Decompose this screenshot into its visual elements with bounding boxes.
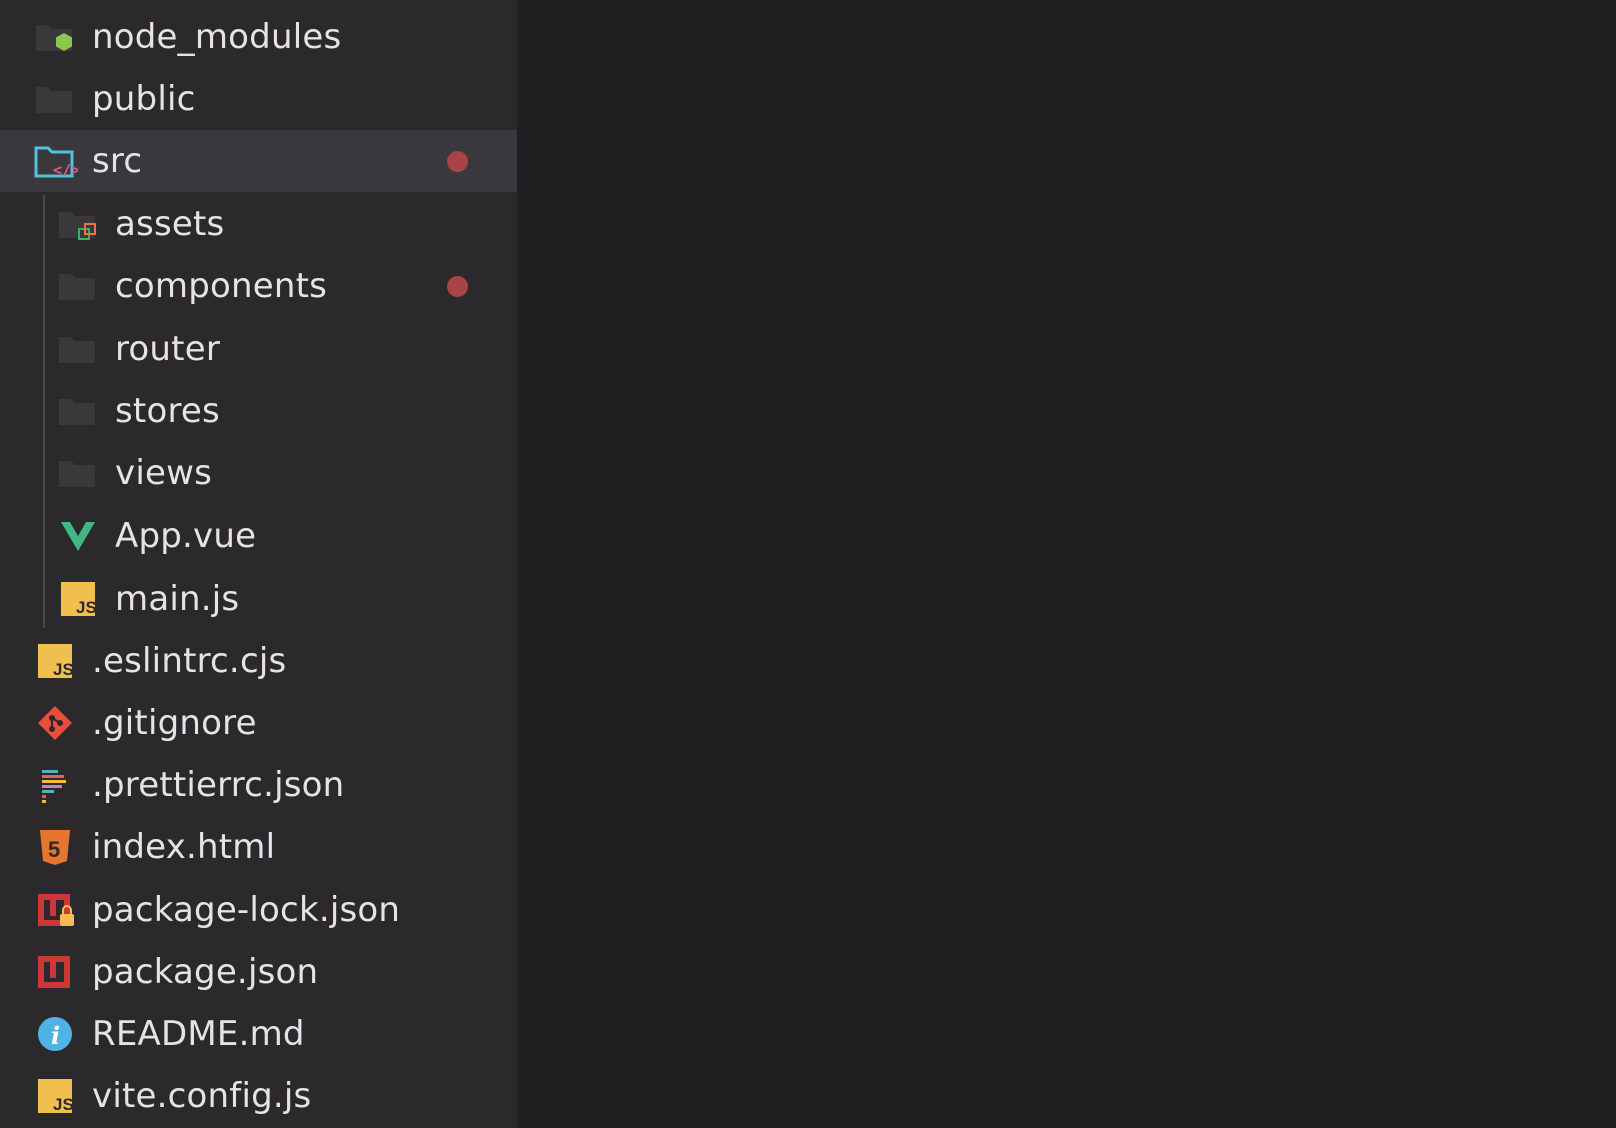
- js-icon: JS: [55, 579, 101, 619]
- tree-item-label: .eslintrc.cjs: [92, 641, 287, 681]
- tree-item-label: node_modules: [92, 17, 342, 57]
- assets-folder-icon: [55, 204, 101, 244]
- vue-icon: [55, 516, 101, 556]
- tree-item-assets[interactable]: assets: [0, 193, 517, 255]
- tree-item-label: components: [115, 266, 328, 306]
- tree-item-label: README.md: [92, 1014, 305, 1054]
- node-folder-icon: [32, 17, 78, 57]
- npm-icon: [32, 952, 78, 992]
- npm-lock-icon: [32, 890, 78, 930]
- tree-item-components[interactable]: components: [0, 255, 517, 317]
- tree-item-stores[interactable]: stores: [0, 380, 517, 442]
- folder-icon: [55, 266, 101, 306]
- folder-icon: [55, 329, 101, 369]
- tree-item-label: .prettierrc.json: [92, 765, 345, 805]
- tree-item-eslintrc[interactable]: JS .eslintrc.cjs: [0, 630, 517, 692]
- tree-item-gitignore[interactable]: .gitignore: [0, 692, 517, 754]
- tree-item-public[interactable]: public: [0, 68, 517, 130]
- tree-item-main-js[interactable]: JS main.js: [0, 568, 517, 630]
- tree-item-views[interactable]: views: [0, 442, 517, 504]
- folder-icon: [55, 453, 101, 493]
- svg-text:JS: JS: [76, 598, 97, 617]
- tree-item-label: main.js: [115, 579, 240, 619]
- html5-icon: 5: [32, 827, 78, 867]
- svg-text:</>: </>: [53, 161, 78, 179]
- tree-item-label: vite.config.js: [92, 1076, 312, 1116]
- js-icon: JS: [32, 641, 78, 681]
- tree-item-src[interactable]: </> src: [0, 130, 517, 192]
- tree-item-label: stores: [115, 391, 220, 431]
- tree-item-label: assets: [115, 204, 225, 244]
- tree-item-label: App.vue: [115, 516, 257, 556]
- tree-item-prettierrc[interactable]: .prettierrc.json: [0, 754, 517, 816]
- editor-area[interactable]: [517, 0, 1616, 1128]
- folder-icon: [55, 391, 101, 431]
- folder-icon: [32, 79, 78, 119]
- tree-item-label: package-lock.json: [92, 890, 401, 930]
- tree-item-node-modules[interactable]: node_modules: [0, 6, 517, 68]
- tree-item-router[interactable]: router: [0, 318, 517, 380]
- tree-item-label: router: [115, 329, 221, 369]
- svg-text:JS: JS: [53, 1095, 74, 1114]
- tree-item-package-lock[interactable]: package-lock.json: [0, 879, 517, 941]
- tree-item-index-html[interactable]: 5 index.html: [0, 816, 517, 878]
- svg-text:5: 5: [48, 837, 60, 862]
- tree-item-label: package.json: [92, 952, 319, 992]
- modified-indicator: [447, 275, 468, 297]
- src-folder-open-icon: </>: [32, 141, 78, 181]
- tree-item-label: .gitignore: [92, 703, 257, 743]
- js-icon: JS: [32, 1076, 78, 1116]
- git-icon: [32, 703, 78, 743]
- file-explorer: node_modules public </> src assets compo…: [0, 0, 517, 1128]
- tree-item-readme[interactable]: i README.md: [0, 1003, 517, 1065]
- tree-item-label: index.html: [92, 827, 276, 867]
- tree-item-app-vue[interactable]: App.vue: [0, 505, 517, 567]
- tree-item-label: public: [92, 79, 196, 119]
- tree-item-vite-config[interactable]: JS vite.config.js: [0, 1065, 517, 1127]
- app-window: node_modules public </> src assets compo…: [0, 0, 1616, 1128]
- tree-item-label: views: [115, 453, 213, 493]
- tree-item-label: src: [92, 141, 143, 181]
- svg-text:JS: JS: [53, 660, 74, 679]
- svg-text:i: i: [51, 1021, 60, 1050]
- info-icon: i: [32, 1014, 78, 1054]
- prettier-icon: [32, 765, 78, 805]
- tree-item-package-json[interactable]: package.json: [0, 941, 517, 1003]
- modified-indicator: [447, 150, 468, 172]
